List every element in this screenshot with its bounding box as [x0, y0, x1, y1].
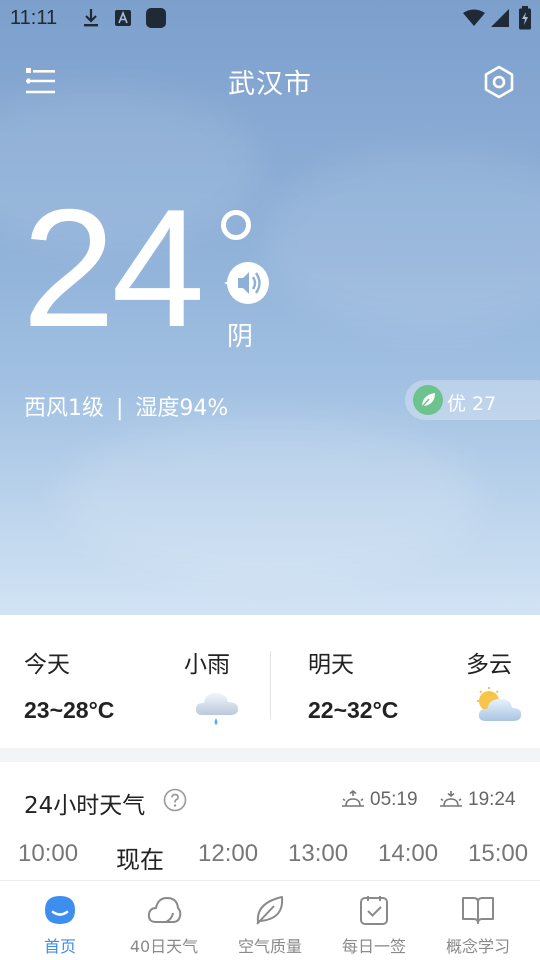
cloud-haze [60, 420, 480, 580]
tomorrow-condition: 多云 [466, 652, 512, 678]
nav-air-quality[interactable]: 空气质量 [216, 881, 324, 960]
home-icon [45, 896, 75, 924]
sunrise-time: 05:19 [370, 789, 418, 810]
humidity-text: 湿度94% [135, 396, 229, 421]
divider [270, 651, 271, 719]
hour-label: 10:00 [18, 840, 79, 867]
download-icon [84, 9, 98, 27]
status-bar: 11:11 [0, 0, 540, 38]
daily-check-icon [360, 896, 388, 925]
nav-concept-learning-label: 概念学习 [445, 937, 510, 956]
tomorrow-temp-range: 22~32°C [308, 697, 399, 723]
nav-daily-sign-label: 每日一签 [341, 937, 406, 956]
wind-humidity: 西风1级 | 湿度94% [24, 390, 228, 422]
sunrise-icon [342, 789, 364, 807]
hour-label: 12:00 [198, 840, 259, 867]
two-day-forecast[interactable]: 今天 小雨 23~28°C 明天 多云 22~32°C [0, 615, 540, 748]
sunset-time: 19:24 [468, 789, 516, 810]
cloud-icon [147, 896, 182, 923]
help-icon[interactable] [163, 788, 187, 812]
separator: | [116, 396, 124, 421]
cloud-haze [260, 150, 540, 330]
settings-button[interactable] [480, 63, 518, 101]
hourly-title: 24小时天气 [24, 793, 146, 819]
today-condition: 小雨 [184, 652, 230, 678]
voice-broadcast-button[interactable] [221, 260, 271, 306]
leaf-icon [256, 896, 284, 925]
battery-icon [519, 6, 531, 30]
weather-hero: 11:11 武汉市 24 阴 西风1级 | 湿度94% 优 27 [0, 0, 540, 615]
book-icon [462, 897, 494, 924]
nav-home-label: 首页 [43, 937, 76, 956]
tomorrow-label: 明天 [308, 652, 354, 678]
nav-home[interactable]: 首页 [6, 881, 114, 960]
hour-label: 15:00 [468, 840, 529, 867]
current-temperature: 24 [22, 174, 205, 362]
current-condition: 阴 [227, 322, 254, 352]
app-notification-icon [115, 10, 131, 26]
hourly-weather: 24小时天气 05:19 19:24 10:00 现在 12:00 13:00 … [0, 762, 540, 880]
aqi-badge[interactable]: 优 27 [405, 380, 540, 420]
light-rain-icon [195, 693, 238, 725]
speaker-icon [224, 262, 269, 304]
signal-icon [491, 9, 509, 27]
nav-concept-learning[interactable]: 概念学习 [424, 881, 532, 960]
status-time: 11:11 [10, 7, 58, 29]
nav-daily-sign[interactable]: 每日一签 [320, 881, 428, 960]
wind-text: 西风1级 [24, 396, 104, 421]
today-label: 今天 [24, 652, 70, 678]
today-temp-range: 23~28°C [24, 697, 115, 723]
hour-label: 13:00 [288, 840, 349, 867]
nav-air-quality-label: 空气质量 [237, 937, 302, 956]
hour-label: 14:00 [378, 840, 439, 867]
nav-40-day[interactable]: 40日天气 [110, 881, 218, 960]
degree-symbol [221, 210, 251, 240]
city-title[interactable]: 武汉市 [0, 62, 540, 101]
nav-40-day-label: 40日天气 [129, 937, 199, 956]
bottom-nav: 首页 40日天气 空气质量 每日一签 概念学习 [0, 880, 540, 960]
leaf-icon [413, 385, 443, 415]
hour-label-now: 现在 [116, 846, 164, 874]
app-badge-icon [146, 8, 166, 28]
partly-cloudy-icon [477, 687, 522, 721]
aqi-value: 优 27 [447, 393, 497, 415]
settings-icon [484, 65, 514, 99]
wifi-icon [463, 9, 485, 26]
sunset-icon [440, 791, 462, 807]
